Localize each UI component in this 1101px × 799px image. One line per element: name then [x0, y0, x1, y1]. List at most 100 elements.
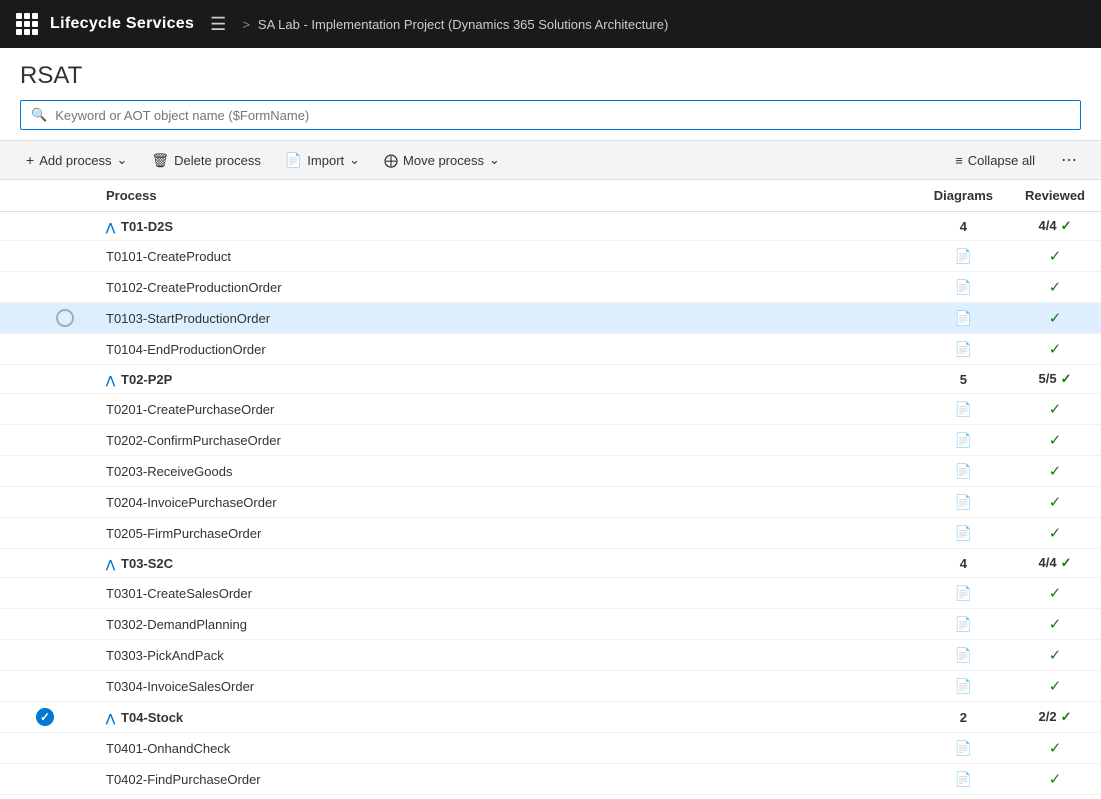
- table-row[interactable]: T0303-PickAndPack📄✓: [0, 640, 1101, 671]
- child-reviewed-cell: ✓: [1009, 334, 1101, 365]
- reviewed-value: 4/4: [1039, 218, 1057, 233]
- table-row[interactable]: T0103-StartProductionOrder📄✓: [0, 303, 1101, 334]
- row-selector-cell: [0, 425, 90, 456]
- child-diagrams-cell: 📄: [918, 272, 1009, 303]
- table-row[interactable]: T0202-ConfirmPurchaseOrder📄✓: [0, 425, 1101, 456]
- row-selector-cell: [0, 241, 90, 272]
- child-reviewed-cell: ✓: [1009, 303, 1101, 334]
- app-title: Lifecycle Services: [50, 15, 194, 33]
- row-checked-icon: ✓: [36, 708, 54, 726]
- table-row[interactable]: T0101-CreateProduct📄✓: [0, 241, 1101, 272]
- collapse-all-button[interactable]: ≡ Collapse all: [945, 148, 1045, 173]
- toolbar-right: ≡ Collapse all ⋯: [945, 145, 1085, 175]
- child-check-icon: ✓: [1049, 401, 1062, 418]
- child-process-cell: T0201-CreatePurchaseOrder: [90, 394, 918, 425]
- child-process-cell: T0205-FirmPurchaseOrder: [90, 518, 918, 549]
- group-process-cell: ⋀T02-P2P: [90, 365, 918, 394]
- child-check-icon: ✓: [1049, 463, 1062, 480]
- search-input[interactable]: [55, 108, 1070, 123]
- child-label: T0302-DemandPlanning: [106, 617, 247, 632]
- child-reviewed-cell: ✓: [1009, 241, 1101, 272]
- table-row[interactable]: T0304-InvoiceSalesOrder📄✓: [0, 671, 1101, 702]
- child-check-icon: ✓: [1049, 616, 1062, 633]
- child-diagrams-cell: 📄: [918, 640, 1009, 671]
- table-row[interactable]: T0302-DemandPlanning📄✓: [0, 609, 1101, 640]
- row-selector-cell: ✓: [0, 702, 90, 733]
- table-row[interactable]: T0204-InvoicePurchaseOrder📄✓: [0, 487, 1101, 518]
- child-process-cell: T0103-StartProductionOrder: [90, 303, 918, 334]
- child-reviewed-cell: ✓: [1009, 487, 1101, 518]
- import-button[interactable]: 📄 Import ⌄: [275, 147, 370, 174]
- diagram-icon: 📄: [955, 585, 972, 601]
- child-process-cell: T0101-CreateProduct: [90, 241, 918, 272]
- child-process-cell: T0401-OnhandCheck: [90, 733, 918, 764]
- child-process-cell: T0402-FindPurchaseOrder: [90, 764, 918, 795]
- app-grid-icon[interactable]: [16, 13, 38, 35]
- breadcrumb-arrow: >: [242, 17, 250, 32]
- child-label: T0202-ConfirmPurchaseOrder: [106, 433, 281, 448]
- move-process-chevron: ⌄: [489, 152, 500, 168]
- child-check-icon: ✓: [1049, 279, 1062, 296]
- table-row[interactable]: T0301-CreateSalesOrder📄✓: [0, 578, 1101, 609]
- row-selector-cell: [0, 733, 90, 764]
- child-diagrams-cell: 📄: [918, 518, 1009, 549]
- import-chevron: ⌄: [349, 152, 360, 168]
- child-check-icon: ✓: [1049, 310, 1062, 327]
- collapse-icon[interactable]: ⋀: [106, 713, 115, 725]
- child-diagrams-cell: 📄: [918, 764, 1009, 795]
- child-check-icon: ✓: [1049, 494, 1062, 511]
- table-row[interactable]: ⋀T01-D2S44/4✓: [0, 212, 1101, 241]
- table-row[interactable]: T0104-EndProductionOrder📄✓: [0, 334, 1101, 365]
- group-process-cell: ⋀T04-Stock: [90, 702, 918, 733]
- table-row[interactable]: T0203-ReceiveGoods📄✓: [0, 456, 1101, 487]
- delete-process-label: Delete process: [174, 153, 261, 168]
- collapse-icon[interactable]: ⋀: [106, 222, 115, 234]
- collapse-icon[interactable]: ⋀: [106, 559, 115, 571]
- diagram-icon: 📄: [955, 740, 972, 756]
- child-check-icon: ✓: [1049, 585, 1062, 602]
- row-selector-cell: [0, 303, 90, 334]
- table-row[interactable]: T0402-FindPurchaseOrder📄✓: [0, 764, 1101, 795]
- search-wrapper: 🔍: [20, 100, 1081, 130]
- child-reviewed-cell: ✓: [1009, 671, 1101, 702]
- collapse-icon[interactable]: ⋀: [106, 375, 115, 387]
- table-row[interactable]: T0401-OnhandCheck📄✓: [0, 733, 1101, 764]
- reviewed-value: 4/4: [1039, 555, 1057, 570]
- table-row[interactable]: T0201-CreatePurchaseOrder📄✓: [0, 394, 1101, 425]
- table-row[interactable]: T0205-FirmPurchaseOrder📄 ✓: [0, 518, 1101, 549]
- row-selector-cell: [0, 640, 90, 671]
- child-reviewed-cell: ✓: [1009, 578, 1101, 609]
- move-process-button[interactable]: ⨁ Move process ⌄: [374, 147, 510, 174]
- diagram-icon: 📄: [955, 463, 972, 479]
- child-check-icon: ✓: [1049, 525, 1062, 542]
- child-check-icon: ✓: [1049, 248, 1062, 265]
- child-process-cell: T0304-InvoiceSalesOrder: [90, 671, 918, 702]
- row-selector-cell: [0, 764, 90, 795]
- group-label: T03-S2C: [121, 556, 173, 571]
- move-icon: ⨁: [384, 152, 398, 169]
- breadcrumb-text: SA Lab - Implementation Project (Dynamic…: [258, 17, 668, 32]
- row-selector-cell: [0, 212, 90, 241]
- hamburger-icon[interactable]: ☰: [206, 10, 230, 39]
- table-row[interactable]: ⋀T02-P2P55/5✓: [0, 365, 1101, 394]
- page-title: RSAT: [0, 48, 1101, 100]
- row-radio-icon[interactable]: [56, 309, 74, 327]
- collapse-all-label: Collapse all: [968, 153, 1035, 168]
- child-diagrams-cell: 📄: [918, 425, 1009, 456]
- child-label: T0102-CreateProductionOrder: [106, 280, 282, 295]
- row-selector-cell: [0, 334, 90, 365]
- import-label: Import: [307, 153, 344, 168]
- add-process-chevron: ⌄: [116, 152, 127, 168]
- process-table: Process Diagrams Reviewed ⋀T01-D2S44/4✓T…: [0, 180, 1101, 795]
- child-diagrams-cell: 📄: [918, 487, 1009, 518]
- table-row[interactable]: ⋀T03-S2C44/4✓: [0, 549, 1101, 578]
- diagram-icon: 📄: [955, 647, 972, 663]
- table-row[interactable]: ✓⋀T04-Stock22/2✓: [0, 702, 1101, 733]
- breadcrumb: > SA Lab - Implementation Project (Dynam…: [242, 17, 668, 32]
- reviewed-check-icon: ✓: [1061, 371, 1072, 386]
- table-row[interactable]: T0102-CreateProductionOrder 📄 ✓: [0, 272, 1101, 303]
- delete-process-button[interactable]: 🗑 Delete process: [141, 147, 271, 174]
- diagram-icon: 📄: [955, 341, 972, 357]
- add-process-button[interactable]: + Add process ⌄: [16, 147, 137, 173]
- more-options-button[interactable]: ⋯: [1053, 145, 1085, 175]
